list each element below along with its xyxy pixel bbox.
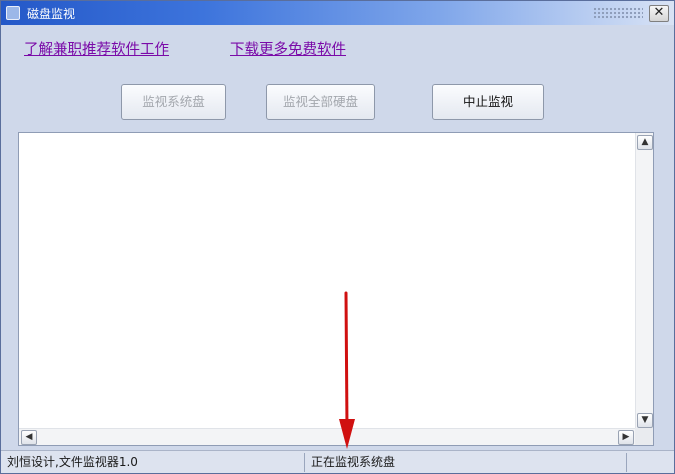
status-bar: 刘恒设计,文件监视器1.0 正在监视系统盘 (1, 450, 674, 473)
download-free-software-link[interactable]: 下载更多免费软件 (230, 38, 346, 59)
status-monitoring-state: 正在监视系统盘 (307, 453, 627, 472)
close-icon: ✕ (653, 5, 665, 20)
scroll-up-icon[interactable]: ▲ (637, 135, 653, 150)
parttime-jobs-link[interactable]: 了解兼职推荐软件工作 (24, 38, 169, 59)
vertical-scrollbar[interactable]: ▲ ▼ (635, 133, 653, 429)
scroll-left-icon[interactable]: ◀ (21, 430, 37, 445)
status-app-info: 刘恒设计,文件监视器1.0 (3, 453, 305, 472)
stop-monitoring-button[interactable]: 中止监视 (432, 84, 544, 120)
window-title: 磁盘监视 (27, 7, 76, 21)
monitor-system-disk-button[interactable]: 监视系统盘 (121, 84, 226, 120)
monitor-all-disks-button[interactable]: 监视全部硬盘 (266, 84, 375, 120)
horizontal-scrollbar[interactable]: ◀ ▶ (19, 428, 635, 445)
scroll-down-icon[interactable]: ▼ (637, 413, 653, 428)
titlebar-grip-icon (593, 7, 643, 19)
monitor-log-list[interactable]: ▲ ▼ ◀ ▶ (18, 132, 654, 446)
app-icon (6, 6, 20, 20)
scrollbar-corner (635, 428, 653, 445)
title-bar[interactable]: 磁盘监视 ✕ (1, 1, 674, 25)
scroll-right-icon[interactable]: ▶ (618, 430, 634, 445)
main-window: 磁盘监视 ✕ 了解兼职推荐软件工作 下载更多免费软件 监视系统盘 监视全部硬盘 … (0, 0, 675, 474)
close-button[interactable]: ✕ (649, 5, 669, 22)
